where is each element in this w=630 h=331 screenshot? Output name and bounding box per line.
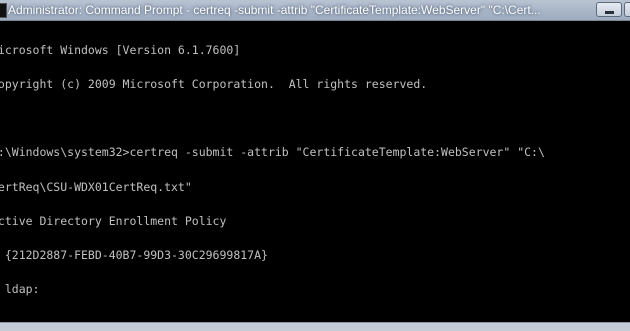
console-line: ldap: — [4, 282, 40, 297]
console-line: Active Directory Enrollment Policy — [0, 213, 227, 228]
console-icon[interactable] — [0, 3, 7, 18]
window-title: Administrator: Command Prompt - certreq … — [8, 3, 541, 17]
horizontal-scrollbar[interactable] — [0, 322, 630, 331]
minimize-icon — [605, 11, 614, 14]
console-line: C:\Windows\system32>certreq -submit -att… — [0, 145, 545, 160]
console-line: Microsoft Windows [Version 6.1.7600] — [0, 42, 241, 57]
console-line: Copyright (c) 2009 Microsoft Corporation… — [0, 77, 428, 92]
maximize-button[interactable] — [624, 2, 630, 17]
minimize-button[interactable] — [596, 2, 622, 17]
console-line: CertReq\CSU-WDX01CertReq.txt" — [0, 179, 192, 194]
console-line: {212D2887-FEBD-40B7-99D3-30C29699817A} — [0, 248, 268, 263]
title-bar[interactable]: Administrator: Command Prompt - certreq … — [0, 0, 630, 21]
command-prompt-window: Administrator: Command Prompt - certreq … — [0, 0, 630, 331]
console-output[interactable]: Microsoft Windows [Version 6.1.7600] Cop… — [0, 22, 545, 318]
